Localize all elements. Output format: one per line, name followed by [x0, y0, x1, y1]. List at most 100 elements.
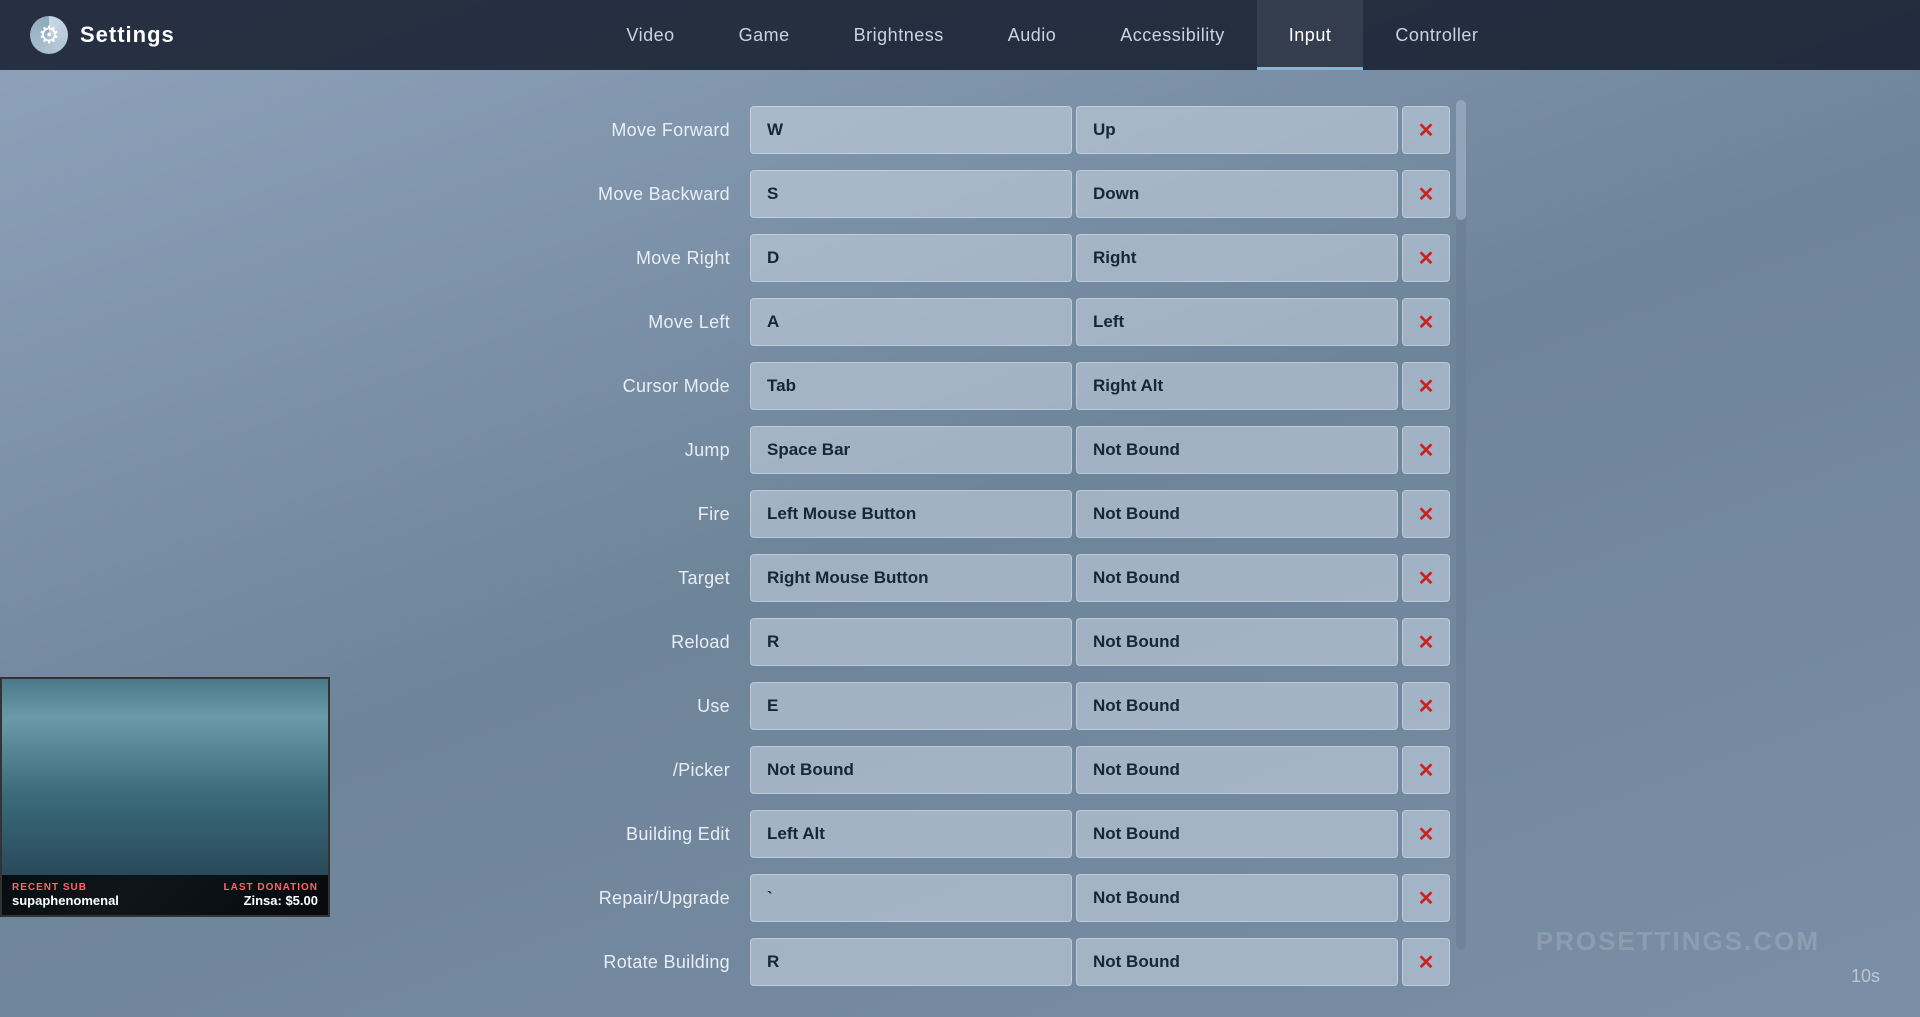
webcam-streamer-name: supaphenomenal: [12, 893, 119, 908]
gear-icon: ⚙: [30, 16, 68, 54]
x-icon: ✕: [1418, 310, 1435, 335]
x-icon: ✕: [1418, 246, 1435, 271]
binding-primary-key[interactable]: `: [750, 874, 1072, 922]
bindings-panel: Move ForwardWUp✕Move BackwardSDown✕Move …: [470, 100, 1450, 950]
binding-action-label: Cursor Mode: [470, 376, 750, 397]
x-icon: ✕: [1418, 822, 1435, 847]
webcam-recent-sub-label: RECENT SUB: [12, 882, 119, 893]
binding-alt-key[interactable]: Up: [1076, 106, 1398, 154]
binding-clear-button[interactable]: ✕: [1402, 810, 1450, 858]
binding-alt-key[interactable]: Not Bound: [1076, 490, 1398, 538]
x-icon: ✕: [1418, 182, 1435, 207]
binding-primary-key[interactable]: D: [750, 234, 1072, 282]
binding-row: Building EditLeft AltNot Bound ✕: [470, 804, 1450, 864]
binding-clear-button[interactable]: ✕: [1402, 106, 1450, 154]
binding-row: TargetRight Mouse ButtonNot Bound✕: [470, 548, 1450, 608]
x-icon: ✕: [1418, 438, 1435, 463]
binding-alt-key[interactable]: Not Bound: [1076, 874, 1398, 922]
binding-alt-key[interactable]: Down: [1076, 170, 1398, 218]
nav-tab-video[interactable]: Video: [594, 0, 706, 70]
binding-primary-key[interactable]: Not Bound: [750, 746, 1072, 794]
nav-tab-controller[interactable]: Controller: [1363, 0, 1510, 70]
binding-row: Move BackwardSDown ✕: [470, 164, 1450, 224]
x-icon: ✕: [1418, 950, 1435, 975]
scrollbar[interactable]: [1456, 100, 1466, 950]
binding-alt-key[interactable]: Not Bound: [1076, 554, 1398, 602]
nav-tabs: VideoGameBrightnessAudioAccessibilityInp…: [215, 0, 1890, 70]
binding-clear-button[interactable]: ✕: [1402, 938, 1450, 986]
binding-row: /PickerNot BoundNot Bound✕: [470, 740, 1450, 800]
binding-action-label: Repair/Upgrade: [470, 888, 750, 909]
binding-primary-key[interactable]: A: [750, 298, 1072, 346]
webcam-donation-amount: Zinsa: $5.00: [224, 893, 318, 908]
binding-row: FireLeft Mouse ButtonNot Bound✕: [470, 484, 1450, 544]
binding-primary-key[interactable]: Tab: [750, 362, 1072, 410]
binding-clear-button[interactable]: ✕: [1402, 554, 1450, 602]
binding-row: Rotate BuildingRNot Bound ✕: [470, 932, 1450, 992]
x-icon: ✕: [1418, 374, 1435, 399]
timer-badge: 10s: [1851, 966, 1880, 987]
nav-tab-audio[interactable]: Audio: [976, 0, 1089, 70]
binding-clear-button[interactable]: ✕: [1402, 874, 1450, 922]
x-icon: ✕: [1418, 694, 1435, 719]
scrollbar-thumb[interactable]: [1456, 100, 1466, 220]
app-logo: ⚙ Settings: [30, 16, 175, 54]
binding-action-label: Target: [470, 568, 750, 589]
webcam-overlay: RECENT SUB supaphenomenal LAST DONATION …: [0, 677, 330, 917]
binding-clear-button[interactable]: ✕: [1402, 234, 1450, 282]
webcam-bar-right: LAST DONATION Zinsa: $5.00: [224, 882, 318, 908]
x-icon: ✕: [1418, 758, 1435, 783]
binding-clear-button[interactable]: ✕: [1402, 682, 1450, 730]
x-icon: ✕: [1418, 118, 1435, 143]
binding-clear-button[interactable]: ✕: [1402, 746, 1450, 794]
binding-action-label: Move Backward: [470, 184, 750, 205]
binding-action-label: Building Edit: [470, 824, 750, 845]
webcam-bar: RECENT SUB supaphenomenal LAST DONATION …: [2, 875, 328, 915]
binding-clear-button[interactable]: ✕: [1402, 618, 1450, 666]
binding-row: JumpSpace BarNot Bound ✕: [470, 420, 1450, 480]
binding-action-label: Jump: [470, 440, 750, 461]
nav-tab-input[interactable]: Input: [1257, 0, 1364, 70]
binding-alt-key[interactable]: Not Bound: [1076, 426, 1398, 474]
binding-alt-key[interactable]: Not Bound: [1076, 938, 1398, 986]
x-icon: ✕: [1418, 886, 1435, 911]
bindings-list: Move ForwardWUp✕Move BackwardSDown✕Move …: [470, 100, 1450, 996]
header: ⚙ Settings VideoGameBrightnessAudioAcces…: [0, 0, 1920, 70]
binding-primary-key[interactable]: E: [750, 682, 1072, 730]
nav-tab-game[interactable]: Game: [707, 0, 822, 70]
binding-alt-key[interactable]: Right: [1076, 234, 1398, 282]
binding-row: ReloadRNot Bound ✕: [470, 612, 1450, 672]
binding-alt-key[interactable]: Not Bound: [1076, 810, 1398, 858]
binding-clear-button[interactable]: ✕: [1402, 170, 1450, 218]
binding-primary-key[interactable]: Left Mouse Button: [750, 490, 1072, 538]
binding-primary-key[interactable]: R: [750, 938, 1072, 986]
binding-clear-button[interactable]: ✕: [1402, 490, 1450, 538]
binding-primary-key[interactable]: R: [750, 618, 1072, 666]
binding-alt-key[interactable]: Not Bound: [1076, 682, 1398, 730]
binding-alt-key[interactable]: Right Alt: [1076, 362, 1398, 410]
binding-action-label: Rotate Building: [470, 952, 750, 973]
binding-alt-key[interactable]: Not Bound: [1076, 746, 1398, 794]
binding-action-label: Fire: [470, 504, 750, 525]
binding-primary-key[interactable]: Right Mouse Button: [750, 554, 1072, 602]
binding-primary-key[interactable]: Left Alt: [750, 810, 1072, 858]
settings-window: ⚙ Settings VideoGameBrightnessAudioAcces…: [0, 0, 1920, 1017]
binding-primary-key[interactable]: Space Bar: [750, 426, 1072, 474]
webcam-last-donation-label: LAST DONATION: [224, 882, 318, 893]
binding-action-label: Reload: [470, 632, 750, 653]
binding-row: UseENot Bound✕: [470, 676, 1450, 736]
binding-alt-key[interactable]: Not Bound: [1076, 618, 1398, 666]
binding-row: Move LeftALeft ✕: [470, 292, 1450, 352]
nav-tab-accessibility[interactable]: Accessibility: [1088, 0, 1257, 70]
x-icon: ✕: [1418, 630, 1435, 655]
binding-clear-button[interactable]: ✕: [1402, 426, 1450, 474]
nav-tab-brightness[interactable]: Brightness: [822, 0, 976, 70]
binding-clear-button[interactable]: ✕: [1402, 362, 1450, 410]
binding-primary-key[interactable]: S: [750, 170, 1072, 218]
binding-row: Move RightDRight✕: [470, 228, 1450, 288]
binding-clear-button[interactable]: ✕: [1402, 298, 1450, 346]
webcam-person: [2, 679, 328, 875]
binding-primary-key[interactable]: W: [750, 106, 1072, 154]
binding-action-label: Move Left: [470, 312, 750, 333]
binding-alt-key[interactable]: Left: [1076, 298, 1398, 346]
